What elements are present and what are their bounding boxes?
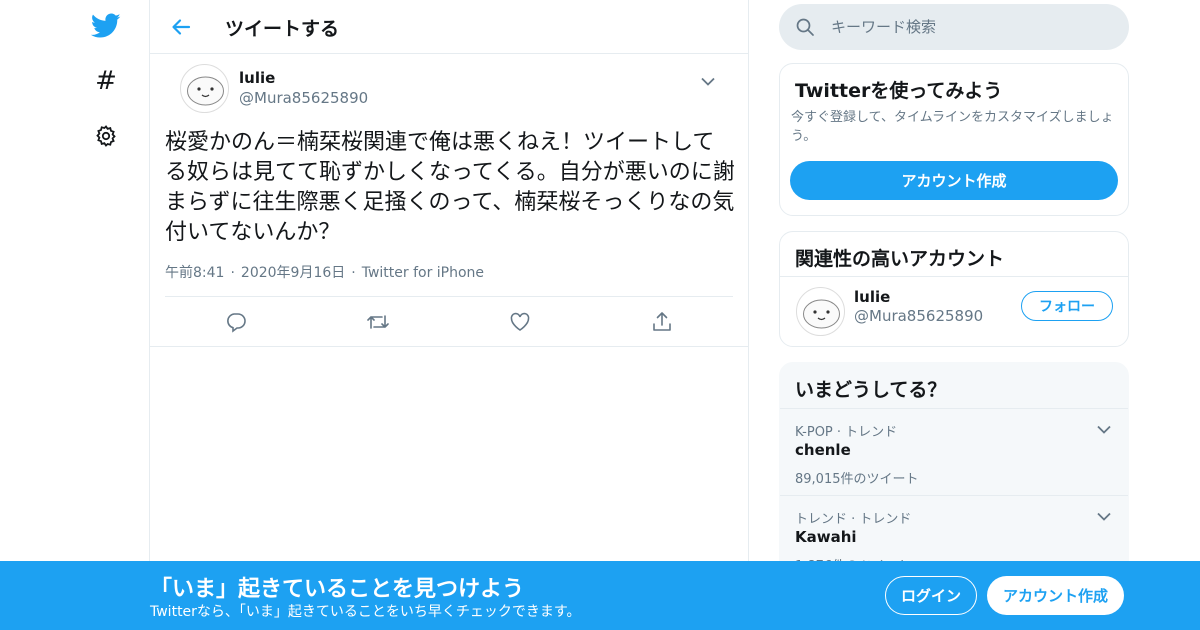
page-title: ツイートする [225,18,340,40]
tweet-source[interactable]: Twitter for iPhone [362,265,484,281]
back-arrow-icon[interactable] [164,10,198,44]
separator: · [351,265,356,281]
tweet-date[interactable]: 2020年9月16日 [241,265,345,281]
trend-tweet-count: 89,015件のツイート [795,472,919,487]
card-title: 関連性の高いアカウント [795,248,1005,270]
trend-category: トレンド · トレンド [795,512,912,527]
search-icon [795,17,815,41]
main-column: ツイートする lulie @Mura85625890 桜愛かのん＝楠栞桜関連で俺… [149,0,749,630]
retweet-icon[interactable] [363,307,393,337]
trend-name: chenle [795,441,851,459]
tweet-author: lulie @Mura85625890 [165,54,733,124]
page-header: ツイートする [150,0,748,54]
separator: · [230,265,235,281]
trend-category: K-POP · トレンド [795,425,898,440]
related-account-name[interactable]: lulie [854,288,890,306]
settings-gear-icon[interactable] [84,114,128,158]
signup-card: Twitterを使ってみよう 今すぐ登録して、タイムラインをカスタマイズしましょ… [779,63,1129,216]
chevron-down-icon[interactable] [1094,506,1114,526]
tweet-detail: lulie @Mura85625890 [150,54,748,124]
author-handle[interactable]: @Mura85625890 [239,89,368,107]
tweet-meta: 午前8:41 · 2020年9月16日 · Twitter for iPhone [165,262,484,282]
avatar[interactable] [180,64,229,113]
banner-subtitle: Twitterなら、「いま」起きていることをいち早くチェックできます。 [150,604,581,620]
share-icon[interactable] [647,307,677,337]
tweet-actions [150,297,748,347]
like-heart-icon[interactable] [505,307,535,337]
trend-name: Kawahi [795,528,857,546]
banner-title: 「いま」起きていることを見つけよう [150,577,525,602]
hashtag-icon[interactable]: # [84,59,128,103]
login-button[interactable]: ログイン [885,576,977,615]
signup-banner: 「いま」起きていることを見つけよう Twitterなら、「いま」起きていることを… [0,561,1200,630]
tweet-time[interactable]: 午前8:41 [165,265,224,281]
author-name[interactable]: lulie [239,69,275,87]
create-account-button[interactable]: アカウント作成 [987,576,1124,615]
card-header: いまどうしてる？ [780,363,1128,409]
signup-description: 今すぐ登録して、タイムラインをカスタマイズしましょう。 [791,110,1114,144]
card-title: Twitterを使ってみよう [795,80,1003,102]
related-accounts-card: 関連性の高いアカウント lulie @Mura85625890 フォロー [779,231,1129,347]
related-account-handle[interactable]: @Mura85625890 [854,307,983,325]
tweet-text: 桜愛かのん＝楠栞桜関連で俺は悪くねえ！ツイートしてる奴らは見てて恥ずかしくなって… [165,130,735,245]
follow-button[interactable]: フォロー [1021,291,1113,321]
reply-icon[interactable] [221,307,251,337]
create-account-button[interactable]: アカウント作成 [790,161,1118,200]
chevron-down-icon[interactable] [1094,419,1114,439]
trend-item[interactable]: K-POP · トレンド chenle 89,015件のツイート [780,409,1128,496]
avatar[interactable] [796,287,845,336]
search-box [779,4,1129,50]
search-input[interactable] [829,4,1109,50]
twitter-bird-icon[interactable] [84,4,128,48]
chevron-down-icon[interactable] [697,70,719,92]
card-title: いまどうしてる？ [795,379,947,401]
card-header: 関連性の高いアカウント [780,232,1128,277]
